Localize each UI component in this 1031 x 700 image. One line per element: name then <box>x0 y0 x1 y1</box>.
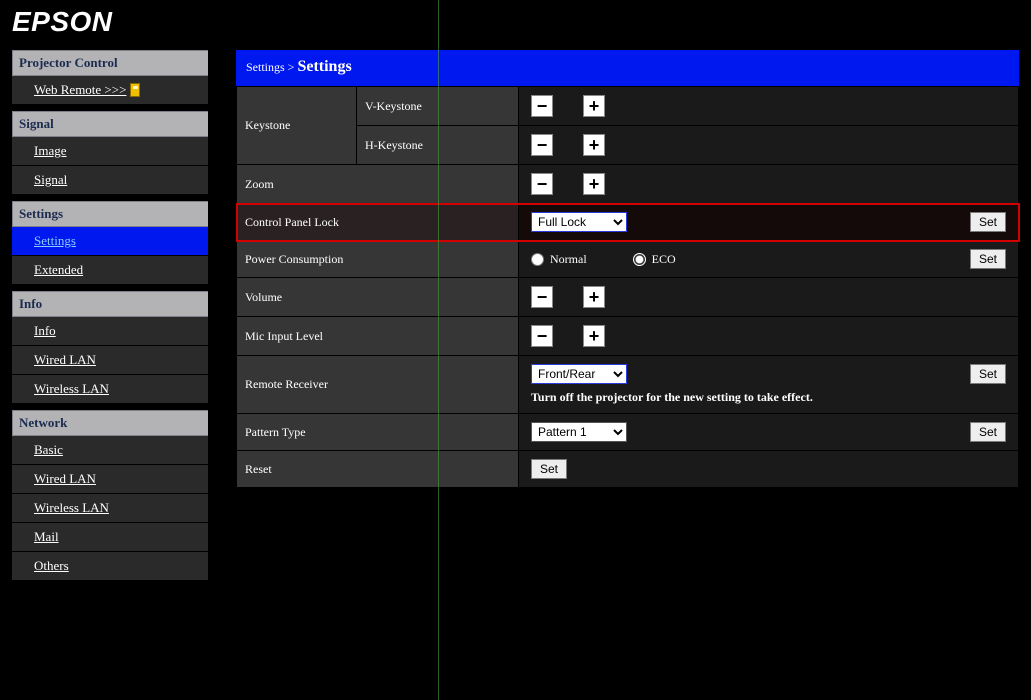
nav-item-wired-lan-info[interactable]: Wired LAN <box>12 346 208 375</box>
v-keystone-plus-button[interactable]: + <box>583 95 605 117</box>
nav-item-label: Basic <box>34 442 63 458</box>
row-label-pattern-type: Pattern Type <box>237 414 519 451</box>
remote-receiver-hint: Turn off the projector for the new setti… <box>531 390 1006 405</box>
power-eco-label: ECO <box>652 252 676 267</box>
main-panel: Settings > Settings Keystone V-Keystone … <box>236 50 1019 587</box>
nav-item-label: Wireless LAN <box>34 500 109 516</box>
row-label-power-consumption: Power Consumption <box>237 241 519 278</box>
row-label-remote-receiver: Remote Receiver <box>237 356 519 414</box>
nav-item-label: Wired LAN <box>34 471 96 487</box>
nav-item-label: Mail <box>34 529 59 545</box>
mic-plus-button[interactable]: + <box>583 325 605 347</box>
nav-item-label: Settings <box>34 233 76 249</box>
brand-logo: EPSON <box>0 0 1031 50</box>
nav-item-label: Wired LAN <box>34 352 96 368</box>
row-label-zoom: Zoom <box>237 165 519 204</box>
nav-item-label: Info <box>34 323 56 339</box>
control-panel-lock-set-button[interactable]: Set <box>970 212 1006 232</box>
remote-icon <box>130 83 140 97</box>
nav-item-label: Web Remote >>> <box>34 82 126 98</box>
row-label-reset: Reset <box>237 451 519 488</box>
nav-item-basic[interactable]: Basic <box>12 436 208 465</box>
nav-item-label: Others <box>34 558 69 574</box>
nav-item-label: Signal <box>34 172 67 188</box>
zoom-minus-button[interactable]: − <box>531 173 553 195</box>
row-label-h-keystone: H-Keystone <box>357 126 519 165</box>
v-keystone-minus-button[interactable]: − <box>531 95 553 117</box>
row-label-v-keystone: V-Keystone <box>357 87 519 126</box>
breadcrumb-current: Settings <box>297 58 351 75</box>
nav-header-info: Info <box>12 291 208 317</box>
zoom-plus-button[interactable]: + <box>583 173 605 195</box>
row-label-mic-input-level: Mic Input Level <box>237 317 519 356</box>
nav-item-web-remote[interactable]: Web Remote >>> <box>12 76 208 105</box>
pattern-type-set-button[interactable]: Set <box>970 422 1006 442</box>
volume-minus-button[interactable]: − <box>531 286 553 308</box>
breadcrumb-parent: Settings <box>246 60 285 74</box>
nav-item-wireless-lan-info[interactable]: Wireless LAN <box>12 375 208 404</box>
nav-item-extended[interactable]: Extended <box>12 256 208 285</box>
nav-header-projector-control: Projector Control <box>12 50 208 76</box>
pattern-type-select[interactable]: Pattern 1 <box>531 422 627 442</box>
nav-item-signal[interactable]: Signal <box>12 166 208 195</box>
nav-item-label: Wireless LAN <box>34 381 109 397</box>
nav-item-info[interactable]: Info <box>12 317 208 346</box>
remote-receiver-set-button[interactable]: Set <box>970 364 1006 384</box>
volume-plus-button[interactable]: + <box>583 286 605 308</box>
power-normal-label: Normal <box>550 252 587 267</box>
power-normal-radio[interactable] <box>531 253 544 266</box>
h-keystone-plus-button[interactable]: + <box>583 134 605 156</box>
nav-header-settings: Settings <box>12 201 208 227</box>
control-panel-lock-select[interactable]: Full Lock <box>531 212 627 232</box>
nav-item-wireless-lan-network[interactable]: Wireless LAN <box>12 494 208 523</box>
row-label-control-panel-lock: Control Panel Lock <box>237 204 519 241</box>
nav-item-mail[interactable]: Mail <box>12 523 208 552</box>
breadcrumb-sep: > <box>285 60 298 74</box>
mic-minus-button[interactable]: − <box>531 325 553 347</box>
settings-table: Keystone V-Keystone − + H-Keystone − <box>236 86 1019 488</box>
power-set-button[interactable]: Set <box>970 249 1006 269</box>
nav-item-label: Image <box>34 143 66 159</box>
h-keystone-minus-button[interactable]: − <box>531 134 553 156</box>
breadcrumb: Settings > Settings <box>236 50 1019 86</box>
row-label-keystone: Keystone <box>237 87 357 165</box>
power-eco-radio[interactable] <box>633 253 646 266</box>
sidebar: Projector Control Web Remote >>> Signal … <box>12 50 208 587</box>
nav-item-wired-lan-network[interactable]: Wired LAN <box>12 465 208 494</box>
nav-header-signal: Signal <box>12 111 208 137</box>
reset-set-button[interactable]: Set <box>531 459 567 479</box>
row-label-volume: Volume <box>237 278 519 317</box>
nav-item-image[interactable]: Image <box>12 137 208 166</box>
nav-header-network: Network <box>12 410 208 436</box>
nav-item-label: Extended <box>34 262 83 278</box>
nav-item-settings[interactable]: Settings <box>12 227 208 256</box>
remote-receiver-select[interactable]: Front/Rear <box>531 364 627 384</box>
nav-item-others[interactable]: Others <box>12 552 208 581</box>
